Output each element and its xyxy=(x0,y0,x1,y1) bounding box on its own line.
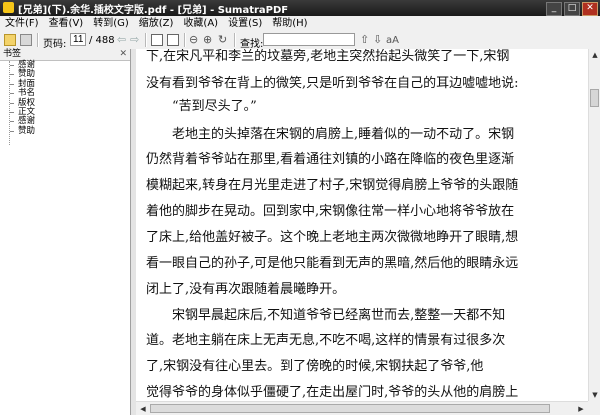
text-line: 闭上了,没有再次跟随着晨曦睁开。 xyxy=(146,282,346,297)
menu-goto[interactable]: 转到(G) xyxy=(88,16,134,31)
window-title: [兄弟](下).余华.插校文字版.pdf - [兄弟] - SumatraPDF xyxy=(18,5,289,16)
text-line: “苦到尽头了。” xyxy=(172,99,257,114)
text-line: 老地主的头掉落在宋钢的肩膀上,睡着似的一动不动了。宋钢 xyxy=(172,127,515,142)
open-file-icon[interactable] xyxy=(4,34,16,46)
bookmark-label: 赞助 xyxy=(18,125,36,136)
search-input[interactable] xyxy=(263,33,355,46)
text-line: 了,宋钢没有往心里去。到了傍晚的时候,宋钢扶起了爷爷,他 xyxy=(146,359,484,374)
previous-page-icon[interactable]: ⇦ xyxy=(117,34,126,46)
page-number-input[interactable] xyxy=(70,33,86,46)
horizontal-scrollbar[interactable]: ◀ ▶ xyxy=(136,401,588,415)
vertical-scroll-thumb[interactable] xyxy=(590,89,599,107)
window-controls: _ □ ✕ xyxy=(546,2,598,16)
text-line: 看一眼自己的孙子,可是他只能看到无声的黑暗,然后他的眼睛永远 xyxy=(146,256,519,271)
sidebar-title: 书签 xyxy=(3,49,22,59)
pdf-page: 下,在宋凡平和李兰的坟墓旁,老地主突然抬起头微笑了一下,宋钢 没有看到爷爷在背上… xyxy=(142,49,582,401)
menu-file[interactable]: 文件(F) xyxy=(0,16,44,31)
title-bar: [兄弟](下).余华.插校文字版.pdf - [兄弟] - SumatraPDF… xyxy=(0,0,600,16)
scroll-down-icon[interactable]: ▼ xyxy=(590,390,600,400)
text-line: 道。老地主躺在床上无声无息,不吃不喝,这样的情景有过很多次 xyxy=(146,333,506,348)
text-line: 着他的脚步在晃动。回到家中,宋钢像往常一样小心地将爷爷放在 xyxy=(146,204,515,219)
menu-view[interactable]: 查看(V) xyxy=(44,16,89,31)
toolbar: 页码: / 488 ⇦ ⇨ ⊖ ⊕ ↻ 查找: ⇧ ⇩ aA xyxy=(0,31,600,50)
print-icon[interactable] xyxy=(20,34,32,46)
menu-zoom[interactable]: 缩放(Z) xyxy=(134,16,179,31)
text-line: 了床上,给他盖好被子。这个晚上老地主两次微微地睁开了眼睛,想 xyxy=(146,230,519,245)
sidebar-close-icon[interactable]: ✕ xyxy=(119,49,127,60)
vertical-scrollbar[interactable]: ▲ ▼ xyxy=(588,49,600,401)
page-total: / 488 xyxy=(89,35,115,46)
sumatra-app-icon xyxy=(3,2,14,13)
menu-favorites[interactable]: 收藏(A) xyxy=(178,16,223,31)
maximize-button[interactable]: □ xyxy=(564,2,580,16)
text-line: 宋钢早晨起床后,不知道爷爷已经离世而去,整整一天都不知 xyxy=(172,308,506,323)
fit-page-icon[interactable] xyxy=(151,34,163,46)
text-line: 觉得爷爷的身体似乎僵硬了,在走出屋门时,爷爷的头从他的肩膀上 xyxy=(146,385,519,400)
horizontal-scroll-thumb[interactable] xyxy=(150,404,550,413)
zoom-out-icon[interactable]: ⊖ xyxy=(189,34,198,46)
scrollbar-corner xyxy=(588,401,600,415)
text-line: 没有看到爷爷在背上的微笑,只是听到爷爷在自己的耳边嘘嘘地说: xyxy=(146,76,519,91)
rotate-icon[interactable]: ↻ xyxy=(218,34,227,46)
toolbar-separator xyxy=(37,33,39,47)
minimize-button[interactable]: _ xyxy=(546,2,562,16)
match-case-icon[interactable]: aA xyxy=(386,35,399,46)
find-next-icon[interactable]: ⇩ xyxy=(373,34,382,46)
bookmark-tree: 感谢 赞助 封面 书名 版权 正文 感谢 赞助 xyxy=(0,60,130,145)
toolbar-separator xyxy=(234,33,236,47)
fit-width-icon[interactable] xyxy=(167,34,179,46)
scroll-up-icon[interactable]: ▲ xyxy=(590,50,600,60)
next-page-icon[interactable]: ⇨ xyxy=(130,34,139,46)
document-canvas[interactable]: 下,在宋凡平和李兰的坟墓旁,老地主突然抬起头微笑了一下,宋钢 没有看到爷爷在背上… xyxy=(136,49,588,401)
bookmark-item[interactable]: 赞助 xyxy=(0,125,130,136)
find-previous-icon[interactable]: ⇧ xyxy=(360,34,369,46)
bookmarks-sidebar: 书签 ✕ 感谢 赞助 封面 书名 版权 正文 感谢 赞助 xyxy=(0,49,131,415)
text-line: 模糊起来,转身在月光里走进了村子,宋钢觉得肩膀上爷爷的头跟随 xyxy=(146,178,519,193)
search-label: 查找: xyxy=(240,39,264,50)
scroll-right-icon[interactable]: ▶ xyxy=(576,404,586,414)
zoom-in-icon[interactable]: ⊕ xyxy=(203,34,212,46)
scroll-left-icon[interactable]: ◀ xyxy=(138,404,148,414)
toolbar-separator xyxy=(184,33,186,47)
close-button[interactable]: ✕ xyxy=(582,2,598,16)
menu-bar: 文件(F) 查看(V) 转到(G) 缩放(Z) 收藏(A) 设置(S) 帮助(H… xyxy=(0,16,600,32)
page-label: 页码: xyxy=(43,39,67,50)
menu-help[interactable]: 帮助(H) xyxy=(267,16,312,31)
text-line: 下,在宋凡平和李兰的坟墓旁,老地主突然抬起头微笑了一下,宋钢 xyxy=(146,49,510,64)
menu-settings[interactable]: 设置(S) xyxy=(223,16,267,31)
toolbar-separator xyxy=(145,33,147,47)
text-line: 仍然背着爷爷站在那里,看着通往刘镇的小路在降临的夜色里逐渐 xyxy=(146,152,515,167)
